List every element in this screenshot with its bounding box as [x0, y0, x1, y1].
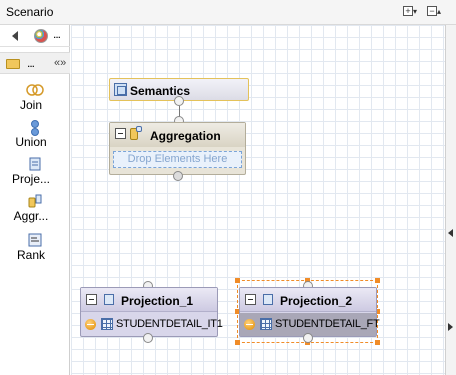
projection-header: Projection_2 [240, 288, 376, 312]
palette-item-label: Union [15, 135, 47, 149]
source-table-name: STUDENTDETAIL_IT1 [116, 318, 223, 330]
table-icon [101, 318, 113, 330]
drop-zone[interactable]: Drop Elements Here [113, 151, 242, 168]
palette-item-label: Proje... [11, 172, 50, 186]
right-panel-bar [445, 25, 456, 375]
scenario-header: Scenario + ▾ − ▴ [0, 0, 456, 25]
drawer-label: ... [27, 56, 35, 70]
palette-item-rank[interactable]: Rank [0, 233, 70, 262]
collapse-toggle[interactable] [245, 294, 256, 305]
node-title: Aggregation [150, 129, 221, 143]
collapse-toggle[interactable] [115, 128, 126, 139]
aggregation-input-anchor[interactable] [173, 171, 183, 181]
expand-right-icon[interactable] [448, 323, 453, 331]
semantics-icon [114, 83, 127, 96]
plus-icon: + [403, 6, 413, 16]
aggregation-icon [136, 126, 142, 132]
projection-icon [263, 294, 273, 305]
collapse-all-button[interactable]: − ▴ [427, 6, 441, 18]
palette-item-join[interactable]: Join [0, 83, 70, 112]
remove-icon[interactable] [85, 319, 96, 330]
aggregation-icon [0, 194, 70, 208]
palette-item-aggregation[interactable]: Aggr... [0, 194, 70, 223]
expand-all-button[interactable]: + ▾ [403, 6, 417, 18]
join-icon [0, 83, 70, 97]
resize-handle[interactable] [235, 340, 240, 345]
palette-drawer-header[interactable]: ... «» [0, 52, 70, 74]
diagram-canvas[interactable]: Semantics Aggregation Drop Elements Here… [71, 25, 445, 375]
palette-more-button[interactable]: ... [53, 27, 61, 41]
semantics-input-anchor[interactable] [174, 96, 184, 106]
table-icon [260, 318, 272, 330]
palette-item-label: Aggr... [13, 209, 49, 223]
projection-icon [104, 294, 114, 305]
folder-icon [6, 59, 20, 69]
projection-2-input-anchor[interactable] [303, 333, 313, 343]
palette-icon[interactable] [34, 29, 48, 43]
expand-left-icon[interactable] [448, 229, 453, 237]
projection-2-node[interactable]: Projection_2 STUDENTDETAIL_FT [239, 287, 380, 337]
aggregation-node[interactable]: Aggregation Drop Elements Here [109, 122, 246, 175]
projection-1-input-anchor[interactable] [143, 333, 153, 343]
resize-handle[interactable] [375, 278, 380, 283]
back-arrow-icon[interactable] [12, 31, 18, 41]
tool-palette: ... ... «» Join Union Proje... Aggr... R… [0, 25, 70, 375]
palette-item-projection[interactable]: Proje... [0, 157, 70, 186]
node-title: Projection_1 [121, 294, 194, 308]
source-table-name: STUDENTDETAIL_FT [275, 318, 380, 330]
resize-handle[interactable] [235, 278, 240, 283]
palette-toolbar: ... [0, 25, 70, 47]
minus-icon: − [427, 6, 437, 16]
palette-item-union[interactable]: Union [0, 120, 70, 149]
palette-item-label: Join [19, 98, 42, 112]
union-icon [0, 120, 70, 136]
panel-title: Scenario [6, 5, 54, 19]
rank-icon [0, 233, 70, 247]
remove-icon[interactable] [244, 319, 255, 330]
projection-icon [0, 157, 70, 171]
projection-1-node[interactable]: Projection_1 STUDENTDETAIL_IT1 [80, 287, 223, 337]
resize-handle[interactable] [375, 340, 380, 345]
aggregation-header: Aggregation [110, 123, 245, 147]
projection-header: Projection_1 [81, 288, 217, 312]
node-title: Projection_2 [280, 294, 353, 308]
collapse-toggle[interactable] [86, 294, 97, 305]
collapse-drawer-icon[interactable]: «» [54, 57, 66, 69]
palette-item-label: Rank [16, 248, 45, 262]
